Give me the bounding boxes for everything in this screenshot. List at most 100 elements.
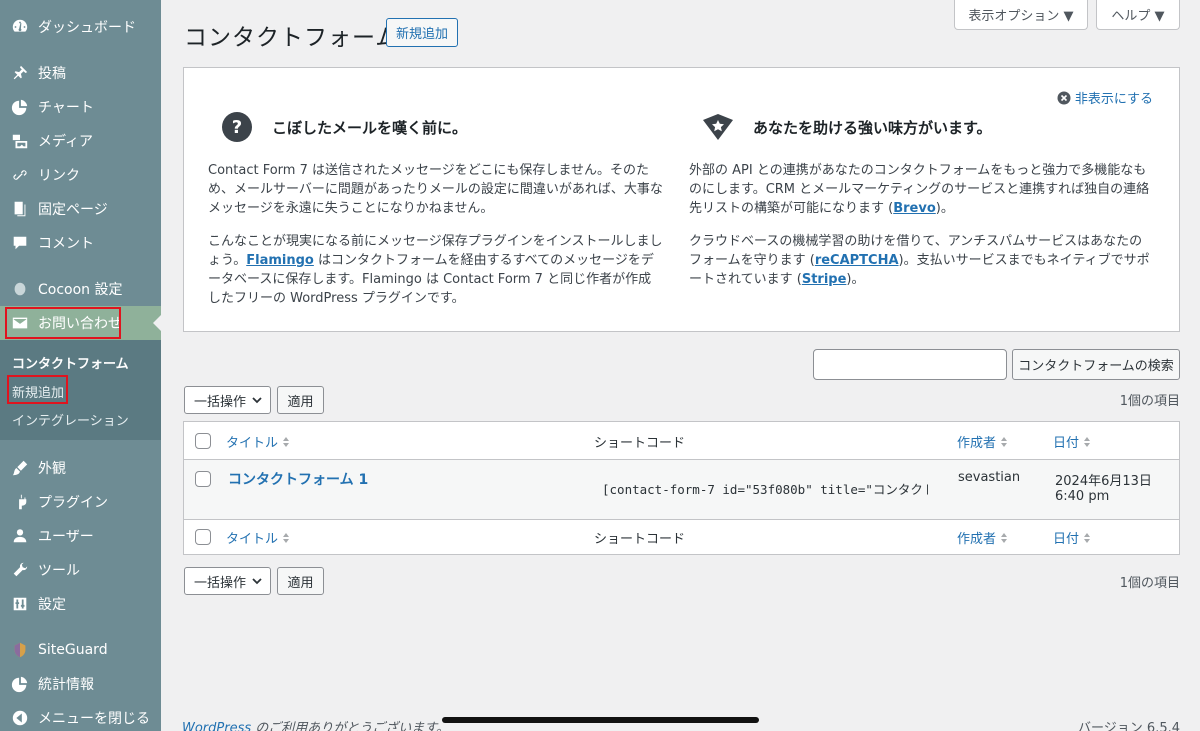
column-author-header[interactable]: 作成者 bbox=[957, 432, 1008, 451]
question-icon: ? bbox=[222, 112, 252, 142]
sidebar-item-pages[interactable]: 固定ページ bbox=[0, 192, 161, 226]
chevron-down-icon bbox=[252, 578, 262, 585]
footer-version: バージョン 6.5.4 bbox=[1078, 721, 1180, 731]
sidebar-item-label: ツール bbox=[38, 563, 80, 579]
submenu-item-integration[interactable]: インテグレーション bbox=[12, 410, 129, 429]
sidebar-item-cocoon[interactable]: Cocoon 設定 bbox=[0, 272, 161, 306]
sidebar-item-users[interactable]: ユーザー bbox=[0, 519, 161, 553]
column-title-footer[interactable]: タイトル bbox=[226, 528, 290, 547]
help-button[interactable]: ヘルプ ▼ bbox=[1096, 0, 1180, 30]
bulk-action-select-bottom[interactable]: 一括操作 bbox=[184, 567, 271, 595]
page-title: コンタクトフォーム bbox=[184, 25, 400, 51]
sidebar-item-label: メディア bbox=[38, 134, 94, 150]
sidebar-item-posts[interactable]: 投稿 bbox=[0, 56, 161, 90]
search-input[interactable] bbox=[813, 349, 1007, 380]
sidebar-item-label: 投稿 bbox=[38, 66, 66, 82]
date-line-2: 6:40 pm bbox=[1055, 489, 1110, 504]
stats-icon bbox=[10, 674, 30, 694]
siteguard-icon bbox=[10, 640, 30, 660]
media-icon bbox=[10, 131, 30, 151]
stripe-link[interactable]: Stripe bbox=[802, 272, 847, 287]
sort-icon bbox=[1084, 532, 1091, 543]
bulk-action-select[interactable]: 一括操作 bbox=[184, 386, 271, 414]
welcome-paragraph: 外部の API との連携があなたのコンタクトフォームをもっと強力で多機能なものに… bbox=[689, 163, 1150, 216]
column-title-header[interactable]: タイトル bbox=[226, 432, 290, 451]
sidebar-item-settings[interactable]: 設定 bbox=[0, 587, 161, 621]
sort-icon bbox=[283, 436, 290, 447]
home-indicator-bar[interactable] bbox=[442, 717, 759, 723]
sidebar-item-label: Cocoon 設定 bbox=[38, 282, 123, 298]
page-icon bbox=[10, 199, 30, 219]
highlight-box bbox=[5, 307, 121, 339]
sort-icon bbox=[1001, 532, 1008, 543]
sidebar-item-comments[interactable]: コメント bbox=[0, 226, 161, 260]
sidebar-item-stats[interactable]: 統計情報 bbox=[0, 667, 161, 701]
plugin-icon bbox=[10, 492, 30, 512]
sidebar-item-plugins[interactable]: プラグイン bbox=[0, 485, 161, 519]
sidebar-item-label: ダッシュボード bbox=[38, 20, 136, 36]
sidebar-item-tools[interactable]: ツール bbox=[0, 553, 161, 587]
cocoon-icon bbox=[10, 279, 30, 299]
sidebar-item-label: チャート bbox=[38, 100, 94, 116]
screen-options-button[interactable]: 表示オプション ▼ bbox=[954, 0, 1088, 30]
shield-star-icon bbox=[703, 114, 733, 140]
welcome-paragraph: Contact Form 7 は送信されたメッセージをどこにも保存しません。その… bbox=[208, 163, 663, 216]
table-row: コンタクトフォーム 1 [contact-form-7 id="53f080b"… bbox=[184, 460, 1179, 520]
comment-icon bbox=[10, 233, 30, 253]
shortcode-text[interactable]: [contact-form-7 id="53f080b" title="コンタク… bbox=[602, 479, 928, 498]
author-text: sevastian bbox=[958, 470, 1021, 485]
sidebar-item-collapse[interactable]: メニューを閉じる bbox=[0, 701, 161, 731]
sidebar-item-label: 固定ページ bbox=[38, 202, 108, 218]
sidebar-item-label: ユーザー bbox=[38, 529, 94, 545]
welcome-paragraph: クラウドベースの機械学習の助けを借りて、アンチスパムサービスはあなたのフォームを… bbox=[689, 234, 1150, 287]
sort-icon bbox=[283, 532, 290, 543]
apply-button-bottom[interactable]: 適用 bbox=[277, 567, 324, 595]
pie-chart-icon bbox=[10, 97, 30, 117]
chevron-down-icon bbox=[252, 397, 262, 404]
select-all-checkbox[interactable] bbox=[195, 433, 211, 449]
brush-icon bbox=[10, 458, 30, 478]
column-author-footer[interactable]: 作成者 bbox=[957, 528, 1008, 547]
sidebar-item-appearance[interactable]: 外観 bbox=[0, 451, 161, 485]
column-date-footer[interactable]: 日付 bbox=[1053, 528, 1091, 547]
close-circle-icon bbox=[1057, 91, 1071, 104]
sidebar-item-siteguard[interactable]: SiteGuard bbox=[0, 633, 161, 667]
table-footer: タイトル ショートコード 作成者 日付 bbox=[184, 520, 1179, 555]
current-menu-pointer bbox=[153, 315, 161, 331]
sidebar-item-label: メニューを閉じる bbox=[38, 711, 150, 727]
flamingo-link[interactable]: Flamingo bbox=[246, 253, 314, 268]
sidebar-item-label: 設定 bbox=[38, 597, 66, 613]
sort-icon bbox=[1084, 436, 1091, 447]
welcome-paragraph: こんなことが現実になる前にメッセージ保存プラグインをインストールしましょう。Fl… bbox=[208, 234, 663, 306]
column-shortcode-header: ショートコード bbox=[594, 436, 686, 451]
date-line-1: 2024年6月13日 bbox=[1055, 474, 1152, 489]
form-title-link[interactable]: コンタクトフォーム 1 bbox=[228, 469, 368, 489]
select-all-checkbox-bottom[interactable] bbox=[195, 529, 211, 545]
sidebar-item-media[interactable]: メディア bbox=[0, 124, 161, 158]
apply-button[interactable]: 適用 bbox=[277, 386, 324, 414]
row-checkbox[interactable] bbox=[195, 471, 211, 487]
welcome-heading-right: あなたを助ける強い味方がいます。 bbox=[753, 119, 992, 137]
footer-thanks: WordPress のご利用ありがとうございます。 bbox=[182, 717, 449, 731]
wordpress-link[interactable]: WordPress bbox=[182, 721, 251, 731]
wrench-icon bbox=[10, 560, 30, 580]
bulk-action-label: 一括操作 bbox=[194, 394, 247, 410]
contact-form-table: タイトル ショートコード 作成者 日付 コンタクトフォーム 1 [contact… bbox=[183, 421, 1180, 555]
collapse-icon bbox=[10, 708, 30, 728]
submenu-item-contact-forms[interactable]: コンタクトフォーム bbox=[12, 353, 129, 372]
brevo-link[interactable]: Brevo bbox=[893, 201, 936, 216]
sidebar-item-chart[interactable]: チャート bbox=[0, 90, 161, 124]
sidebar-item-links[interactable]: リンク bbox=[0, 158, 161, 192]
add-new-button[interactable]: 新規追加 bbox=[386, 18, 458, 47]
recaptcha-link[interactable]: reCAPTCHA bbox=[815, 253, 899, 268]
pushpin-icon bbox=[10, 63, 30, 83]
sidebar-item-label: SiteGuard bbox=[38, 642, 108, 658]
admin-sidebar: ダッシュボード 投稿 チャート メディア リンク 固定ページ コメント Coco… bbox=[0, 0, 161, 731]
column-date-header[interactable]: 日付 bbox=[1053, 432, 1091, 451]
settings-icon bbox=[10, 594, 30, 614]
dismiss-link[interactable]: 非表示にする bbox=[1057, 88, 1153, 107]
sidebar-item-dashboard[interactable]: ダッシュボード bbox=[0, 10, 161, 44]
user-icon bbox=[10, 526, 30, 546]
search-button[interactable]: コンタクトフォームの検索 bbox=[1012, 349, 1180, 380]
bulk-action-label: 一括操作 bbox=[194, 575, 247, 591]
